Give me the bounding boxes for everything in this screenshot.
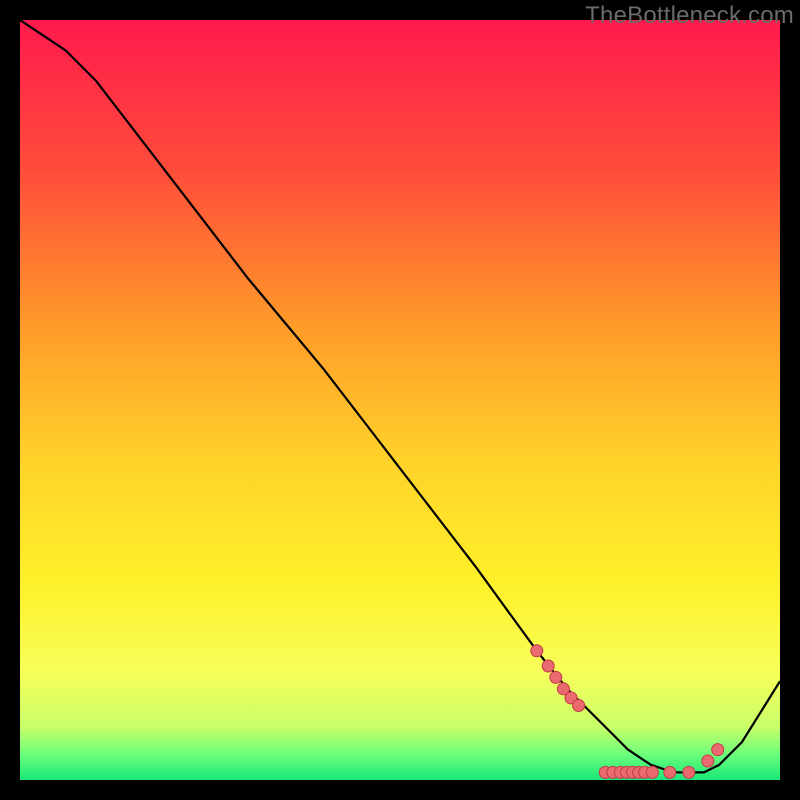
marker-dot <box>542 660 554 672</box>
marker-dot <box>531 645 543 657</box>
marker-dot <box>712 744 724 756</box>
marker-dot <box>664 766 676 778</box>
marker-dot <box>683 766 695 778</box>
marker-dot <box>550 671 562 683</box>
chart-frame: TheBottleneck.com <box>0 0 800 800</box>
watermark-label: TheBottleneck.com <box>585 2 794 30</box>
marker-dot <box>573 700 585 712</box>
gradient-background <box>20 20 780 780</box>
marker-dot <box>646 766 658 778</box>
marker-dot <box>702 755 714 767</box>
chart-svg <box>20 20 780 780</box>
chart-plot <box>20 20 780 780</box>
